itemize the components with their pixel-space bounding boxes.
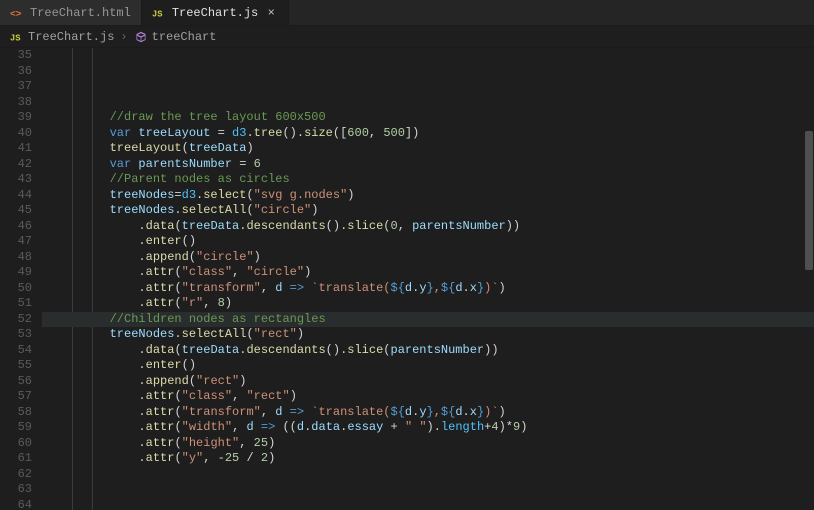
line-number: 47 <box>0 234 32 250</box>
line-number: 43 <box>0 172 32 188</box>
line-number: 46 <box>0 219 32 235</box>
line-number: 49 <box>0 265 32 281</box>
code-line[interactable]: .attr("class", "rect") <box>42 389 814 405</box>
line-number: 57 <box>0 389 32 405</box>
code-line[interactable]: .data(treeData.descendants().slice(paren… <box>42 343 814 359</box>
scrollbar-thumb[interactable] <box>805 131 813 270</box>
breadcrumb[interactable]: JS TreeChart.js › treeChart <box>0 26 814 48</box>
close-icon[interactable]: × <box>264 6 278 20</box>
code-line[interactable]: .append("rect") <box>42 374 814 390</box>
line-number: 35 <box>0 48 32 64</box>
breadcrumb-symbol[interactable]: treeChart <box>152 30 217 44</box>
code-line[interactable]: //draw the tree layout 600x500 <box>42 110 814 126</box>
code-line[interactable]: var parentsNumber = 6 <box>42 157 814 173</box>
code-line[interactable]: .attr("r", 8) <box>42 296 814 312</box>
code-line[interactable]: .attr("y", -25 / 2) <box>42 451 814 467</box>
code-area[interactable]: //draw the tree layout 600x500 var treeL… <box>42 48 814 510</box>
tab-bar: <> TreeChart.html JS TreeChart.js × <box>0 0 814 26</box>
js-icon: JS <box>10 30 24 44</box>
line-number: 55 <box>0 358 32 374</box>
line-number: 61 <box>0 451 32 467</box>
tab-treechart-html[interactable]: <> TreeChart.html <box>0 0 142 25</box>
tab-label: TreeChart.js <box>172 6 258 20</box>
line-number: 52 <box>0 312 32 328</box>
line-number-gutter: 3536373839404142434445464748495051525354… <box>0 48 42 510</box>
code-line[interactable]: treeNodes.selectAll("circle") <box>42 203 814 219</box>
tab-treechart-js[interactable]: JS TreeChart.js × <box>142 0 289 25</box>
code-line[interactable]: .attr("width", d => ((d.data.essay + " "… <box>42 420 814 436</box>
line-number: 56 <box>0 374 32 390</box>
html-icon: <> <box>10 6 24 20</box>
code-line[interactable]: treeLayout(treeData) <box>42 141 814 157</box>
code-line[interactable]: .enter() <box>42 358 814 374</box>
line-number: 64 <box>0 498 32 510</box>
line-number: 45 <box>0 203 32 219</box>
cube-icon <box>134 30 148 44</box>
code-line[interactable]: .data(treeData.descendants().slice(0, pa… <box>42 219 814 235</box>
code-line[interactable]: .attr("height", 25) <box>42 436 814 452</box>
code-line[interactable] <box>42 95 814 111</box>
breadcrumb-file[interactable]: TreeChart.js <box>28 30 114 44</box>
line-number: 37 <box>0 79 32 95</box>
code-editor[interactable]: 3536373839404142434445464748495051525354… <box>0 48 814 510</box>
line-number: 48 <box>0 250 32 266</box>
line-number: 38 <box>0 95 32 111</box>
line-number: 63 <box>0 482 32 498</box>
code-line[interactable]: .attr("class", "circle") <box>42 265 814 281</box>
line-number: 53 <box>0 327 32 343</box>
code-line[interactable]: treeNodes.selectAll("rect") <box>42 327 814 343</box>
line-number: 54 <box>0 343 32 359</box>
line-number: 39 <box>0 110 32 126</box>
scrollbar-vertical[interactable] <box>804 48 814 510</box>
line-number: 50 <box>0 281 32 297</box>
js-icon: JS <box>152 6 166 20</box>
code-line[interactable]: //Children nodes as rectangles <box>42 312 814 328</box>
code-line[interactable]: var treeLayout = d3.tree().size([600, 50… <box>42 126 814 142</box>
line-number: 44 <box>0 188 32 204</box>
code-line[interactable]: .attr("transform", d => `translate(${d.y… <box>42 405 814 421</box>
line-number: 51 <box>0 296 32 312</box>
code-line[interactable]: //Parent nodes as circles <box>42 172 814 188</box>
line-number: 40 <box>0 126 32 142</box>
line-number: 36 <box>0 64 32 80</box>
svg-text:JS: JS <box>10 33 21 43</box>
code-line[interactable]: treeNodes=d3.select("svg g.nodes") <box>42 188 814 204</box>
tab-label: TreeChart.html <box>30 6 131 20</box>
svg-text:<>: <> <box>10 8 22 19</box>
svg-text:JS: JS <box>152 9 163 19</box>
code-line[interactable]: .attr("transform", d => `translate(${d.y… <box>42 281 814 297</box>
line-number: 60 <box>0 436 32 452</box>
line-number: 41 <box>0 141 32 157</box>
code-line[interactable]: .append("circle") <box>42 250 814 266</box>
line-number: 42 <box>0 157 32 173</box>
code-line[interactable]: .enter() <box>42 234 814 250</box>
chevron-right-icon: › <box>118 30 129 44</box>
line-number: 62 <box>0 467 32 483</box>
line-number: 58 <box>0 405 32 421</box>
line-number: 59 <box>0 420 32 436</box>
